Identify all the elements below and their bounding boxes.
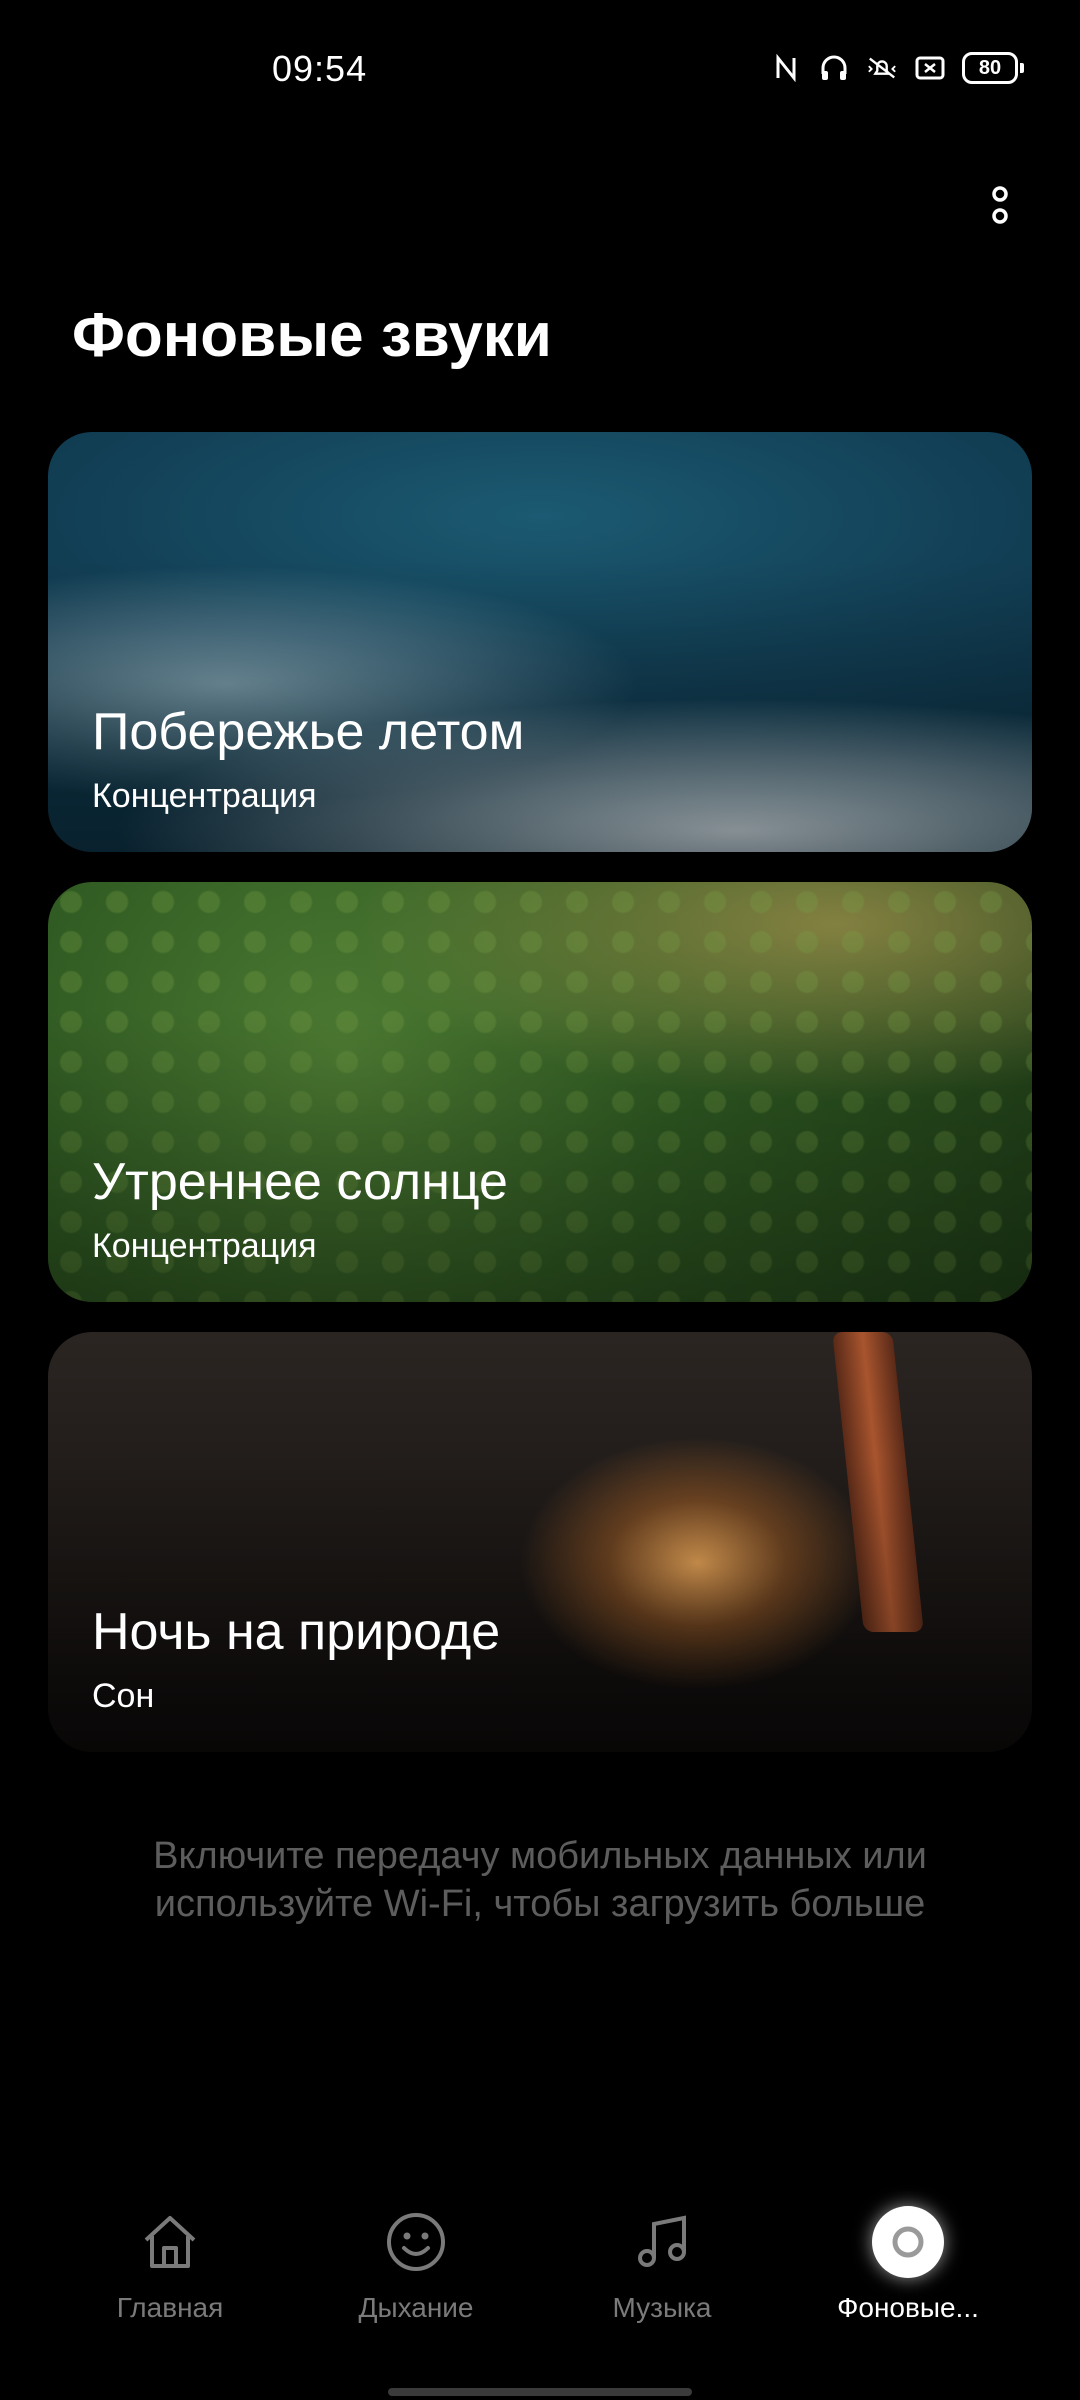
screen-record-icon [914,52,946,84]
offline-hint-line2: используйте Wi-Fi, чтобы загрузить больш… [154,1883,926,1925]
bottom-navigation: Главная Дыхание Музыка Фоновые... [0,2180,1080,2340]
offline-hint-line1: Включите передачу мобильных данных или [153,1835,927,1877]
battery-icon: 80 [962,52,1024,84]
smile-icon [387,2213,445,2271]
sound-card-summer-coast[interactable]: Побережье летом Концентрация [48,432,1032,852]
nav-label: Музыка [612,2292,712,2323]
nav-item-music[interactable]: Музыка [552,2202,772,2324]
card-category: Концентрация [92,777,317,815]
nav-label: Фоновые... [837,2292,979,2323]
offline-hint: Включите передачу мобильных данных или и… [0,1832,1080,1928]
sound-card-morning-sun[interactable]: Утреннее солнце Концентрация [48,882,1032,1302]
card-title: Побережье летом [92,703,525,761]
card-title: Утреннее солнце [92,1153,508,1211]
card-category: Сон [92,1677,155,1715]
sound-card-night-nature[interactable]: Ночь на природе Сон [48,1332,1032,1752]
music-note-icon [638,2215,686,2267]
ring-icon [872,2206,944,2278]
status-time: 09:54 [272,48,368,89]
vibrate-icon [866,52,898,84]
nav-item-background-sounds[interactable]: Фоновые... [798,2202,1018,2324]
page-title: Фоновые звуки [72,301,552,370]
nav-item-breathing[interactable]: Дыхание [306,2202,526,2324]
headphones-icon [818,52,850,84]
nav-label: Главная [116,2292,224,2323]
battery-level: 80 [978,56,1002,79]
more-vertical-icon [992,186,1008,224]
nfc-icon [770,52,802,84]
home-indicator[interactable] [388,2388,692,2396]
status-bar: 09:54 80 [0,0,1080,140]
nav-label: Дыхание [358,2292,474,2323]
nav-item-home[interactable]: Главная [60,2202,280,2324]
status-icons: 80 [770,52,1024,84]
more-options-button[interactable] [964,170,1036,242]
card-title: Ночь на природе [92,1603,501,1661]
card-category: Концентрация [92,1227,317,1265]
home-icon [144,2216,196,2268]
